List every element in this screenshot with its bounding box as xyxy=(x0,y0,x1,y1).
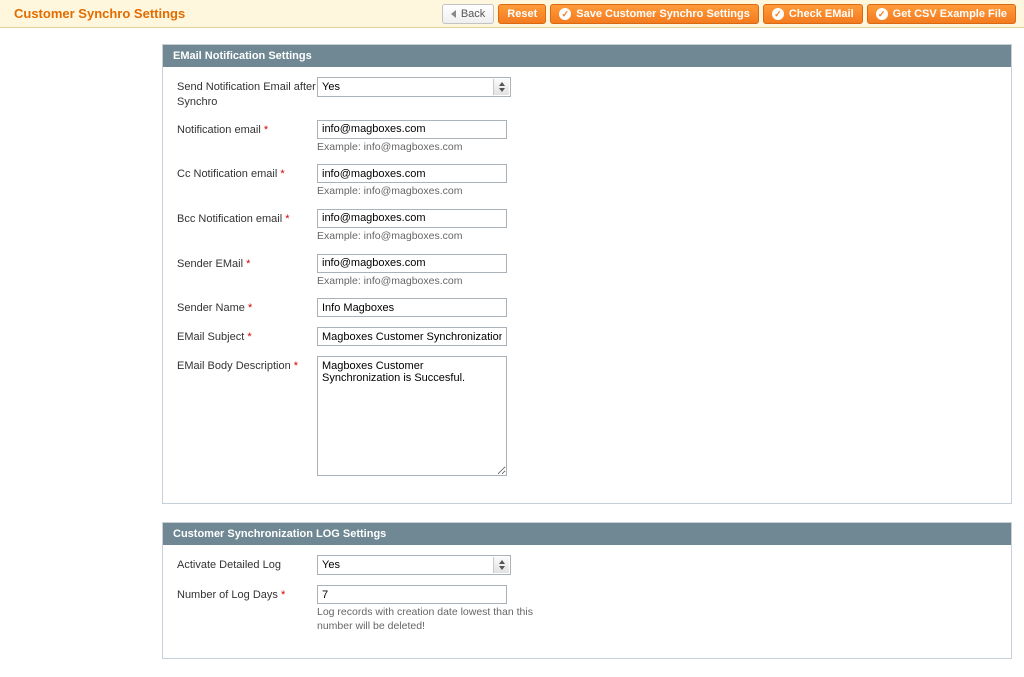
label-subject: EMail Subject xyxy=(177,331,244,343)
save-button[interactable]: ✓ Save Customer Synchro Settings xyxy=(550,4,759,24)
required-icon: * xyxy=(247,331,251,343)
row-activate-log: Activate Detailed Log Yes xyxy=(177,555,997,575)
required-icon: * xyxy=(281,589,285,601)
input-bcc-email[interactable] xyxy=(317,209,507,228)
input-sender-email[interactable] xyxy=(317,254,507,273)
check-email-button[interactable]: ✓ Check EMail xyxy=(763,4,863,24)
required-icon: * xyxy=(248,302,252,314)
check-icon: ✓ xyxy=(876,8,888,20)
required-icon: * xyxy=(280,168,284,180)
select-activate-log[interactable]: Yes xyxy=(317,555,511,575)
hint-sender-email: Example: info@magboxes.com xyxy=(317,275,717,289)
label-notification-email: Notification email xyxy=(177,124,261,136)
check-icon: ✓ xyxy=(772,8,784,20)
reset-button[interactable]: Reset xyxy=(498,4,546,24)
row-cc-email: Cc Notification email * Example: info@ma… xyxy=(177,164,997,199)
select-activate-log-control[interactable]: Yes xyxy=(317,555,511,575)
back-button[interactable]: Back xyxy=(442,4,494,24)
get-csv-button[interactable]: ✓ Get CSV Example File xyxy=(867,4,1016,24)
input-cc-email[interactable] xyxy=(317,164,507,183)
textarea-body[interactable] xyxy=(317,356,507,476)
select-send-after[interactable]: Yes xyxy=(317,77,511,97)
hint-log-days: Log records with creation date lowest th… xyxy=(317,606,537,633)
hint-cc-email: Example: info@magboxes.com xyxy=(317,185,717,199)
content-area: EMail Notification Settings Send Notific… xyxy=(162,28,1012,659)
required-icon: * xyxy=(264,124,268,136)
input-log-days[interactable] xyxy=(317,585,507,604)
row-send-after: Send Notification Email after Synchro Ye… xyxy=(177,77,997,110)
label-sender-name: Sender Name xyxy=(177,302,245,314)
email-notification-panel: EMail Notification Settings Send Notific… xyxy=(162,44,1012,504)
label-sender-email: Sender EMail xyxy=(177,258,243,270)
select-send-after-control[interactable]: Yes xyxy=(317,77,511,97)
row-notification-email: Notification email * Example: info@magbo… xyxy=(177,120,997,155)
row-bcc-email: Bcc Notification email * Example: info@m… xyxy=(177,209,997,244)
log-panel-body: Activate Detailed Log Yes Number of Log … xyxy=(163,545,1011,657)
required-icon: * xyxy=(246,258,250,270)
input-sender-name[interactable] xyxy=(317,298,507,317)
save-button-label: Save Customer Synchro Settings xyxy=(576,8,750,20)
log-panel-title: Customer Synchronization LOG Settings xyxy=(163,523,1011,545)
back-button-label: Back xyxy=(461,8,485,20)
required-icon: * xyxy=(285,213,289,225)
page-title: Customer Synchro Settings xyxy=(8,6,185,21)
email-panel-title: EMail Notification Settings xyxy=(163,45,1011,67)
label-activate-log: Activate Detailed Log xyxy=(177,555,317,573)
row-log-days: Number of Log Days * Log records with cr… xyxy=(177,585,997,633)
row-body: EMail Body Description * xyxy=(177,356,997,479)
get-csv-button-label: Get CSV Example File xyxy=(893,8,1007,20)
row-sender-name: Sender Name * xyxy=(177,298,997,317)
label-bcc-email: Bcc Notification email xyxy=(177,213,282,225)
email-panel-body: Send Notification Email after Synchro Ye… xyxy=(163,67,1011,503)
input-notification-email[interactable] xyxy=(317,120,507,139)
label-log-days: Number of Log Days xyxy=(177,589,278,601)
label-send-after: Send Notification Email after Synchro xyxy=(177,77,317,110)
label-cc-email: Cc Notification email xyxy=(177,168,277,180)
top-toolbar: Customer Synchro Settings Back Reset ✓ S… xyxy=(0,0,1024,28)
hint-bcc-email: Example: info@magboxes.com xyxy=(317,230,717,244)
input-subject[interactable] xyxy=(317,327,507,346)
check-email-button-label: Check EMail xyxy=(789,8,854,20)
row-subject: EMail Subject * xyxy=(177,327,997,346)
reset-button-label: Reset xyxy=(507,8,537,20)
label-body: EMail Body Description xyxy=(177,360,291,372)
hint-notification-email: Example: info@magboxes.com xyxy=(317,141,717,155)
row-sender-email: Sender EMail * Example: info@magboxes.co… xyxy=(177,254,997,289)
log-settings-panel: Customer Synchronization LOG Settings Ac… xyxy=(162,522,1012,658)
required-icon: * xyxy=(294,360,298,372)
back-arrow-icon xyxy=(451,10,456,18)
check-icon: ✓ xyxy=(559,8,571,20)
